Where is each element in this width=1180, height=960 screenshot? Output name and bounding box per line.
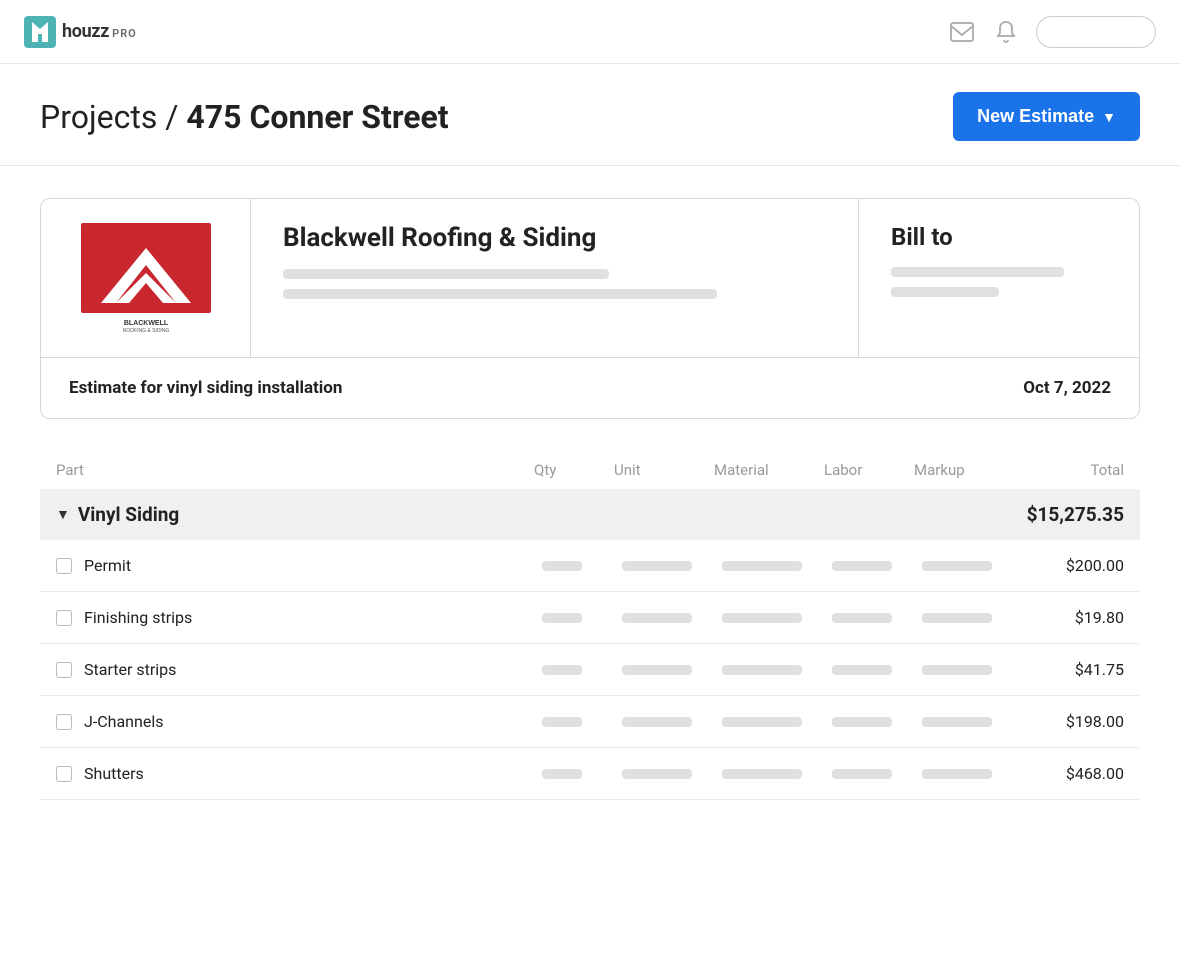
bill-to-section: Bill to [859,199,1139,357]
unit-placeholder [622,665,692,675]
markup-placeholder [922,769,992,779]
qty-placeholder [542,769,582,779]
unit-placeholder [622,717,692,727]
bill-to-title: Bill to [891,223,1107,251]
category-row: ▼ Vinyl Siding $15,275.35 [40,489,1140,540]
line-item-name-cell: Finishing strips [56,608,534,627]
qty-placeholder [542,613,582,623]
col-material: Material [714,461,824,479]
main-content: BLACKWELL ROOFING & SIDING Blackwell Roo… [0,166,1180,832]
markup-placeholder [922,561,992,571]
category-total: $15,275.35 [1014,503,1124,526]
line-checkbox-permit[interactable] [56,558,72,574]
bell-icon[interactable] [992,18,1020,46]
line-item-name-cell: Shutters [56,764,534,783]
houzz-icon [24,16,56,48]
table-row: Permit $200.00 [40,540,1140,592]
material-placeholder [722,769,802,779]
mail-icon[interactable] [948,18,976,46]
top-nav: houzz PRO [0,0,1180,64]
line-item-name: Shutters [84,764,144,783]
markup-placeholder [922,613,992,623]
line-item-name-cell: J-Channels [56,712,534,731]
estimate-card: BLACKWELL ROOFING & SIDING Blackwell Roo… [40,198,1140,419]
material-placeholder [722,613,802,623]
table-header: Part Qty Unit Material Labor Markup Tota… [40,451,1140,489]
unit-placeholder [622,613,692,623]
estimate-date: Oct 7, 2022 [1023,378,1111,398]
labor-placeholder [832,613,892,623]
material-placeholder [722,665,802,675]
col-labor: Labor [824,461,914,479]
svg-text:BLACKWELL: BLACKWELL [123,320,168,327]
labor-placeholder [832,769,892,779]
unit-placeholder [622,769,692,779]
logo-text: houzz [62,21,109,42]
labor-placeholder [832,561,892,571]
qty-placeholder [542,717,582,727]
bill-to-line1 [891,267,1064,277]
col-qty: Qty [534,461,614,479]
line-checkbox-shutters[interactable] [56,766,72,782]
estimate-description: Estimate for vinyl siding installation [69,378,342,398]
page-header: Projects / 475 Conner Street New Estimat… [0,64,1180,166]
line-item-name: Permit [84,556,131,575]
material-placeholder [722,561,802,571]
line-total: $200.00 [1014,556,1124,575]
company-logo-area: BLACKWELL ROOFING & SIDING [41,199,251,357]
line-checkbox-jchannels[interactable] [56,714,72,730]
line-total: $41.75 [1014,660,1124,679]
col-unit: Unit [614,461,714,479]
category-label: ▼ Vinyl Siding [56,503,534,526]
svg-text:ROOFING & SIDING: ROOFING & SIDING [122,328,169,333]
page-title: Projects / 475 Conner Street [40,98,449,136]
qty-placeholder [542,561,582,571]
markup-placeholder [922,717,992,727]
line-checkbox-finishing[interactable] [56,610,72,626]
qty-placeholder [542,665,582,675]
search-bar[interactable] [1036,16,1156,48]
table-row: Shutters $468.00 [40,748,1140,800]
line-item-name: Starter strips [84,660,176,679]
markup-placeholder [922,665,992,675]
line-checkbox-starter[interactable] [56,662,72,678]
table-row: Starter strips $41.75 [40,644,1140,696]
line-item-name: J-Channels [84,712,163,731]
bill-to-line2 [891,287,999,297]
line-item-name: Finishing strips [84,608,192,627]
material-placeholder [722,717,802,727]
table-row: Finishing strips $19.80 [40,592,1140,644]
line-item-name-cell: Starter strips [56,660,534,679]
company-section: BLACKWELL ROOFING & SIDING Blackwell Roo… [41,199,1139,358]
line-total: $198.00 [1014,712,1124,731]
company-address-line1 [283,269,609,279]
logo-pro-label: PRO [112,27,137,40]
chevron-down-icon: ▼ [1102,109,1116,125]
col-part: Part [56,461,534,479]
line-item-name-cell: Permit [56,556,534,575]
logo-area: houzz PRO [24,16,137,48]
new-estimate-button[interactable]: New Estimate ▼ [953,92,1140,141]
col-markup: Markup [914,461,1014,479]
col-total: Total [1014,461,1124,479]
table-row: J-Channels $198.00 [40,696,1140,748]
labor-placeholder [832,665,892,675]
company-logo: BLACKWELL ROOFING & SIDING [81,223,211,333]
company-address-line2 [283,289,717,299]
category-chevron-icon[interactable]: ▼ [56,506,70,523]
line-total: $468.00 [1014,764,1124,783]
line-total: $19.80 [1014,608,1124,627]
unit-placeholder [622,561,692,571]
company-name: Blackwell Roofing & Siding [283,223,826,253]
estimate-desc-row: Estimate for vinyl siding installation O… [41,358,1139,418]
company-info: Blackwell Roofing & Siding [251,199,859,357]
labor-placeholder [832,717,892,727]
estimate-table: Part Qty Unit Material Labor Markup Tota… [40,451,1140,800]
nav-right [948,16,1156,48]
